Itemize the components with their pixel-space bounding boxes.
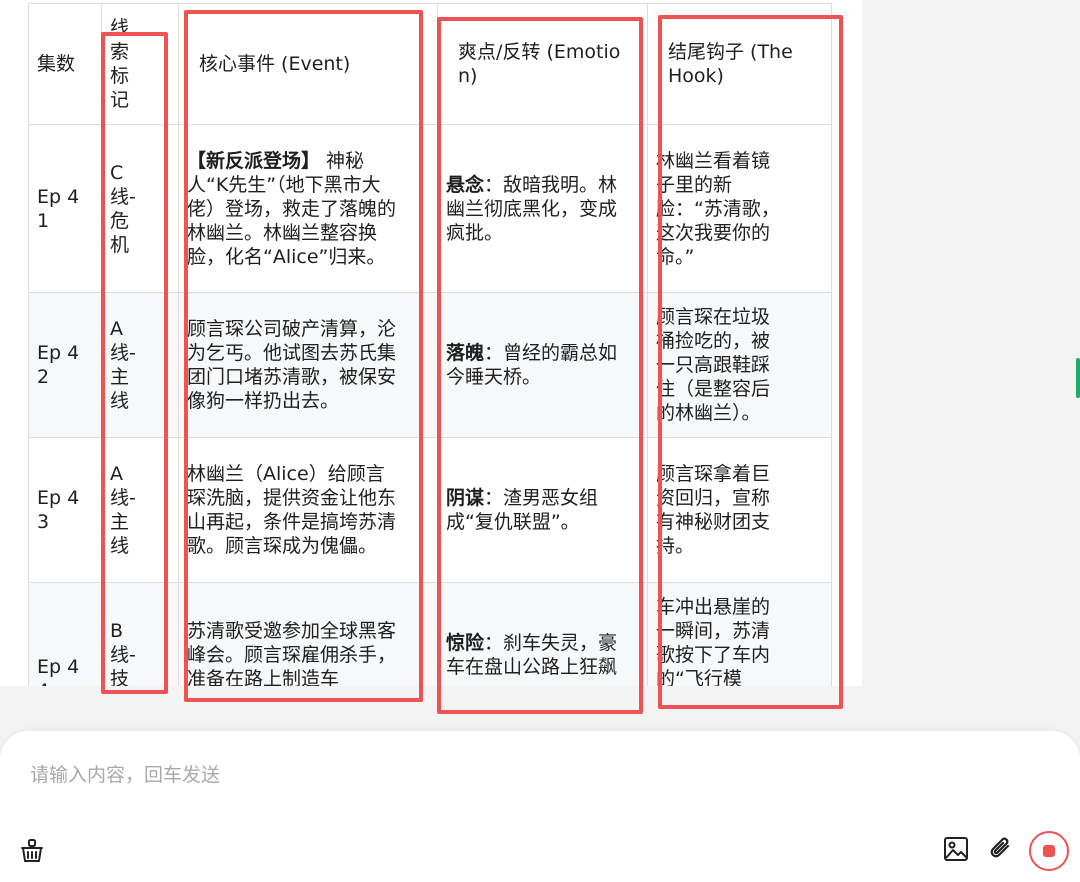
header-episode: 集数: [28, 3, 102, 125]
scroll-indicator[interactable]: [1076, 358, 1080, 398]
annotation-box-emotion-column: [437, 17, 643, 714]
paperclip-icon: [990, 837, 1010, 858]
episode-cell: Ep 41: [28, 124, 102, 293]
annotation-box-event-column: [184, 10, 423, 702]
episode-cell: Ep 44: [28, 582, 102, 686]
image-icon: [944, 837, 968, 861]
message-composer: [0, 731, 1080, 882]
message-input[interactable]: [30, 757, 930, 793]
basket-icon: [21, 839, 43, 862]
chat-page: 集数 线索标记 核心事件 (Event) 爽点/反转 (Emotion) 结尾钩…: [0, 0, 1080, 882]
episode-cell: Ep 42: [28, 292, 102, 438]
annotation-box-clue-column: [101, 32, 168, 694]
image-upload-button[interactable]: [940, 833, 972, 865]
annotation-box-hook-column: [658, 15, 843, 709]
stop-icon: [1043, 845, 1055, 857]
stop-generation-button[interactable]: [1029, 831, 1069, 871]
attach-file-button[interactable]: [985, 833, 1017, 865]
episode-cell: Ep 43: [28, 437, 102, 583]
tools-button[interactable]: [16, 835, 48, 867]
